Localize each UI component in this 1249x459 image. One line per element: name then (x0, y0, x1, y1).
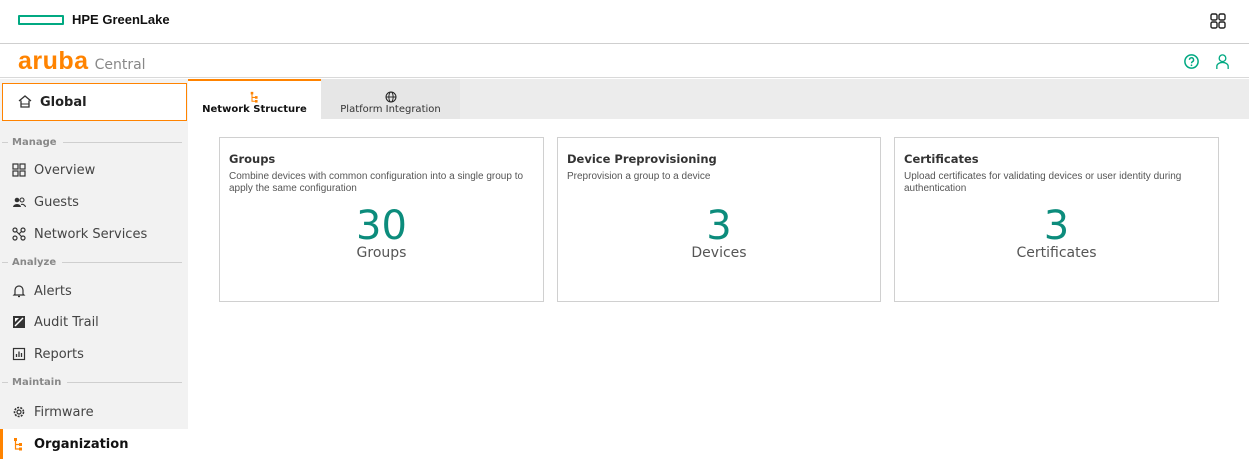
globe-icon (385, 91, 396, 103)
app-header: aruba Central (0, 45, 1249, 78)
section-analyze: Analyze (10, 257, 182, 268)
audit-trail-icon (13, 316, 25, 328)
product-name: Central (94, 57, 146, 73)
top-bar: HPE GreenLake (0, 0, 1249, 44)
card-count: 30 (356, 203, 407, 249)
home-icon (18, 95, 32, 108)
hpe-logo-rect (18, 14, 64, 25)
sidebar-item-network-services[interactable]: Network Services (0, 219, 188, 249)
help-icon[interactable] (1183, 53, 1200, 70)
sidebar-item-label: Guests (34, 194, 79, 210)
aruba-central-logo[interactable]: aruba Central (18, 48, 146, 74)
dashboard-icon (12, 163, 26, 177)
groups-card[interactable]: Groups Combine devices with common confi… (219, 137, 544, 302)
tab-label: Network Structure (202, 104, 307, 115)
organization-icon (14, 438, 22, 451)
device-preprovisioning-card[interactable]: Device Preprovisioning Preprovision a gr… (557, 137, 881, 302)
global-label: Global (40, 94, 87, 110)
bell-icon (12, 285, 26, 298)
hierarchy-icon (250, 91, 258, 103)
section-manage: Manage (10, 137, 182, 148)
sidebar-item-overview[interactable]: Overview (0, 155, 188, 185)
global-scope-selector[interactable]: Global (2, 83, 187, 121)
card-description: Upload certificates for validating devic… (904, 171, 1182, 194)
sidebar-item-label: Alerts (34, 283, 72, 299)
sidebar-item-audit-trail[interactable]: Audit Trail (0, 307, 188, 337)
user-icon[interactable] (1214, 53, 1231, 70)
tab-network-structure[interactable]: Network Structure (188, 79, 321, 119)
sidebar-item-guests[interactable]: Guests (0, 187, 188, 217)
sidebar-item-label: Firmware (34, 404, 94, 420)
sidebar-item-label: Audit Trail (34, 314, 99, 330)
card-count: 3 (1043, 203, 1070, 249)
sidebar: Global Manage Overview Guests Network Se… (0, 79, 188, 459)
grid-icon[interactable] (1210, 13, 1226, 29)
aruba-wordmark: aruba (18, 47, 89, 75)
card-description: Combine devices with common configuratio… (229, 171, 524, 194)
card-unit: Devices (691, 245, 747, 261)
sidebar-item-label: Reports (34, 346, 84, 362)
sidebar-item-label: Network Services (34, 226, 148, 242)
card-title: Groups (229, 152, 276, 166)
sidebar-item-reports[interactable]: Reports (0, 339, 188, 369)
card-title: Device Preprovisioning (567, 152, 717, 166)
card-unit: Certificates (1016, 245, 1097, 261)
sidebar-item-alerts[interactable]: Alerts (0, 276, 188, 306)
firmware-icon (13, 406, 25, 418)
tab-label: Platform Integration (340, 104, 441, 115)
certificates-card[interactable]: Certificates Upload certificates for val… (894, 137, 1219, 302)
sidebar-item-label: Overview (34, 162, 96, 178)
hpe-greenlake-logo[interactable]: HPE GreenLake (18, 12, 170, 27)
card-count: 3 (706, 203, 732, 249)
card-unit: Groups (356, 245, 407, 261)
sidebar-item-firmware[interactable]: Firmware (0, 397, 188, 427)
guests-icon (13, 197, 26, 208)
card-description: Preprovision a group to a device (567, 171, 711, 182)
network-services-icon (12, 227, 26, 241)
tab-platform-integration[interactable]: Platform Integration (321, 79, 460, 119)
reports-icon (12, 347, 26, 361)
brand-name: HPE GreenLake (72, 12, 170, 27)
section-maintain: Maintain (10, 377, 182, 388)
card-title: Certificates (904, 152, 979, 166)
sidebar-item-organization[interactable]: Organization (0, 429, 188, 459)
tab-bar: Network Structure Platform Integration (188, 79, 1249, 119)
sidebar-item-label: Organization (34, 436, 129, 452)
